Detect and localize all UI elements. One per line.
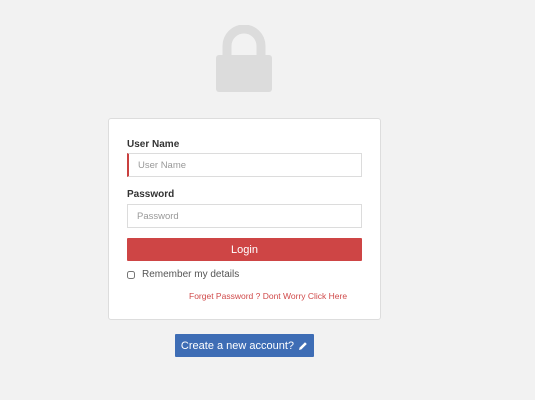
password-input[interactable] [127,204,362,228]
lock-shackle [222,25,266,57]
create-account-button[interactable]: Create a new account? [175,334,314,357]
remember-me-checkbox[interactable] [127,270,135,279]
create-account-label: Create a new account? [180,339,295,352]
login-card: User Name Password Login Remember my det… [108,118,381,320]
lock-icon [216,25,272,92]
username-label: User Name [127,139,180,150]
lock-body [216,55,272,92]
login-button[interactable]: Login [127,238,362,261]
remember-me-label: Remember my details [142,269,240,280]
pencil-icon [299,341,307,350]
password-label: Password [127,189,175,200]
forgot-password-link[interactable]: Forget Password ? Dont Worry Click Here [189,291,347,301]
username-input[interactable] [127,153,362,177]
remember-me-row: Remember my details [127,269,239,280]
